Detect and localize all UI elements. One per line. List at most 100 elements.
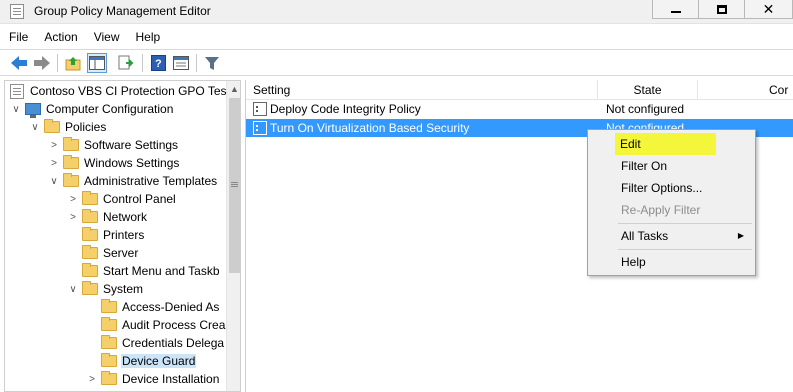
gpme-window: Group Policy Management Editor ✕ File Ac… <box>0 0 793 392</box>
scroll-up-icon[interactable]: ▲ <box>227 81 240 97</box>
column-header-setting[interactable]: Setting <box>246 80 598 100</box>
tree-item-computer-configuration[interactable]: ∨ Computer Configuration <box>11 100 174 118</box>
tree-label: Computer Configuration <box>46 102 174 116</box>
folder-icon <box>63 173 79 187</box>
menu-item-filter-options[interactable]: Filter Options... <box>591 177 752 199</box>
folder-icon <box>101 371 117 385</box>
menu-item-edit[interactable]: Edit <box>615 133 716 155</box>
folder-icon <box>82 191 98 205</box>
chevron-down-icon[interactable]: ∨ <box>68 284 78 295</box>
setting-state: Not configured <box>606 102 685 116</box>
export-list-button[interactable] <box>116 53 136 73</box>
forward-button[interactable] <box>32 53 52 73</box>
tree-label: Printers <box>103 228 145 242</box>
folder-icon <box>82 263 98 277</box>
folder-icon <box>44 119 60 133</box>
properties-button[interactable] <box>171 53 191 73</box>
chevron-right-icon[interactable]: > <box>68 194 78 205</box>
maximize-button[interactable] <box>698 0 745 19</box>
menu-separator <box>618 249 752 250</box>
tree-item-audit-process[interactable]: Audit Process Crea <box>87 316 226 334</box>
chevron-down-icon[interactable]: ∨ <box>49 176 59 187</box>
submenu-arrow-icon: ▶ <box>737 231 744 240</box>
chevron-right-icon[interactable]: > <box>49 158 59 169</box>
chevron-right-icon[interactable]: > <box>68 212 78 223</box>
gpo-icon <box>10 83 24 99</box>
minimize-button[interactable] <box>652 0 699 19</box>
context-menu: Edit Filter On Filter Options... Re-Appl… <box>587 129 756 276</box>
menu-view[interactable]: View <box>85 26 127 48</box>
tree-item-start-menu[interactable]: Start Menu and Taskb <box>68 262 221 280</box>
tree-item-administrative-templates[interactable]: ∨ Administrative Templates <box>49 172 218 190</box>
tree-label: Control Panel <box>103 192 176 206</box>
folder-icon <box>82 209 98 223</box>
folder-icon <box>101 353 117 367</box>
chevron-down-icon[interactable]: ∨ <box>30 122 40 133</box>
tree-item-device-installation[interactable]: > Device Installation <box>87 370 220 388</box>
column-header-comment[interactable]: Cor <box>762 80 793 100</box>
tree-item-software-settings[interactable]: > Software Settings <box>49 136 179 154</box>
tree-label: Access-Denied As <box>122 300 220 314</box>
tree-item-printers[interactable]: Printers <box>68 226 145 244</box>
scroll-thumb[interactable] <box>229 98 240 273</box>
up-folder-button[interactable] <box>63 53 83 73</box>
show-hide-tree-button[interactable] <box>87 53 107 73</box>
tree-item-policies[interactable]: ∨ Policies <box>30 118 107 136</box>
tree-label: Credentials Delega <box>122 336 225 350</box>
help-button[interactable]: ? <box>148 53 168 73</box>
tree-scrollbar[interactable]: ▲ <box>226 81 240 391</box>
tree-item-windows-settings[interactable]: > Windows Settings <box>49 154 180 172</box>
menu-help[interactable]: Help <box>127 26 168 48</box>
show-hide-tree-icon <box>89 56 105 70</box>
chevron-down-icon[interactable]: ∨ <box>11 104 21 115</box>
column-header-state[interactable]: State <box>598 80 698 100</box>
tree-label: Software Settings <box>84 138 179 152</box>
menu-item-all-tasks[interactable]: All Tasks ▶ <box>591 225 752 247</box>
menu-file[interactable]: File <box>0 26 35 48</box>
folder-icon <box>82 281 98 295</box>
menu-action[interactable]: Action <box>35 26 84 48</box>
tree-item-credentials-delegation[interactable]: Credentials Delega <box>87 334 225 352</box>
tree-label: Windows Settings <box>84 156 180 170</box>
menu-item-filter-on[interactable]: Filter On <box>591 155 752 177</box>
tree-item-network[interactable]: > Network <box>68 208 148 226</box>
tree-item-device-guard[interactable]: Device Guard <box>87 352 197 370</box>
tree-label: Device Installation <box>122 372 220 386</box>
policy-setting-icon <box>253 121 267 135</box>
menu-item-reapply-filter: Re-Apply Filter <box>621 203 701 217</box>
menu-separator <box>618 223 752 224</box>
tree-item-control-panel[interactable]: > Control Panel <box>68 190 177 208</box>
tree-item-server[interactable]: Server <box>68 244 139 262</box>
tree-label: System <box>103 282 144 296</box>
list-item[interactable]: Deploy Code Integrity Policy Not configu… <box>246 100 793 118</box>
back-icon <box>11 56 27 70</box>
app-icon <box>10 4 24 19</box>
tree-pane[interactable]: Contoso VBS CI Protection GPO Test ∨ Com… <box>4 80 241 392</box>
tree-label: Policies <box>65 120 107 134</box>
setting-name: Turn On Virtualization Based Security <box>270 121 470 135</box>
toolbar: ? <box>0 49 793 76</box>
close-button[interactable]: ✕ <box>744 0 793 19</box>
filter-button[interactable] <box>202 53 222 73</box>
folder-icon <box>101 335 117 349</box>
menu-item-label: All Tasks <box>621 229 669 243</box>
export-list-icon <box>118 55 134 70</box>
back-button[interactable] <box>9 53 29 73</box>
tree-label: Network <box>103 210 148 224</box>
setting-name: Deploy Code Integrity Policy <box>270 102 421 116</box>
close-icon: ✕ <box>762 1 775 17</box>
chevron-right-icon[interactable]: > <box>87 374 97 385</box>
tree-label: Contoso VBS CI Protection GPO Test <box>30 84 230 98</box>
tree-item-access-denied[interactable]: Access-Denied As <box>87 298 220 316</box>
filter-icon <box>205 56 219 70</box>
tree-item-system[interactable]: ∨ System <box>68 280 144 298</box>
tree-label: Administrative Templates <box>84 174 218 188</box>
window-title: Group Policy Management Editor <box>34 4 211 18</box>
folder-icon <box>82 245 98 259</box>
tree-label: Server <box>103 246 139 260</box>
up-folder-icon <box>65 57 81 71</box>
chevron-right-icon[interactable]: > <box>49 140 59 151</box>
tree-root[interactable]: Contoso VBS CI Protection GPO Test <box>10 82 231 100</box>
menu-item-help[interactable]: Help <box>591 251 752 273</box>
maximize-icon <box>716 4 727 14</box>
